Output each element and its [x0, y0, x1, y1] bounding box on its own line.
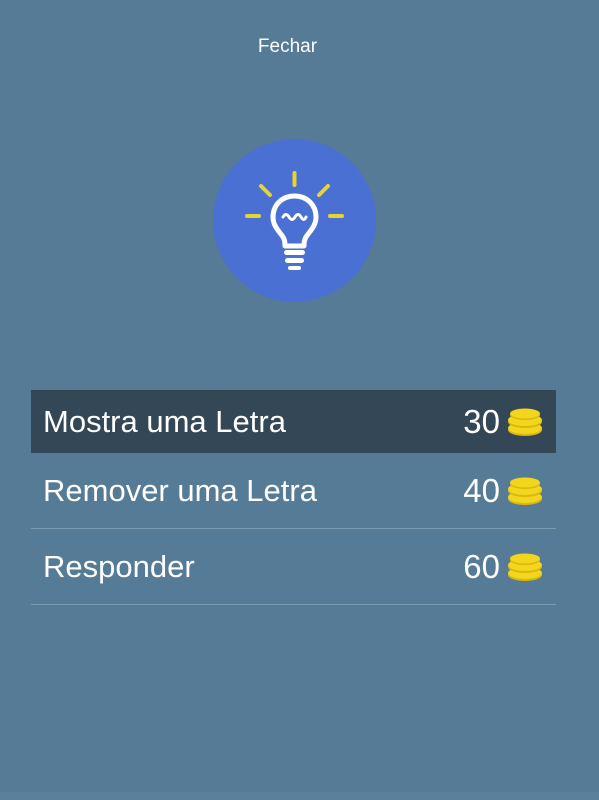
- coin-stack-icon: [508, 553, 542, 581]
- option-label: Mostra uma Letra: [43, 403, 286, 439]
- option-label: Remover uma Letra: [43, 472, 317, 508]
- coin-stack-icon: [508, 477, 542, 505]
- option-price: 60: [463, 547, 500, 585]
- coin-stack-icon: [508, 408, 542, 436]
- bottom-strip: [0, 792, 599, 800]
- hint-icon-circle: [213, 139, 376, 302]
- lightbulb-icon: [245, 171, 344, 270]
- option-show-letter[interactable]: Mostra uma Letra 30: [31, 390, 556, 453]
- option-label: Responder: [43, 548, 195, 584]
- option-price: 30: [463, 402, 500, 440]
- option-answer[interactable]: Responder 60: [31, 529, 556, 605]
- close-button[interactable]: Fechar: [0, 36, 575, 58]
- option-remove-letter[interactable]: Remover uma Letra 40: [31, 453, 556, 529]
- option-price: 40: [463, 471, 500, 509]
- hint-options-list: Mostra uma Letra 30 Remover uma Letra 40…: [31, 390, 556, 605]
